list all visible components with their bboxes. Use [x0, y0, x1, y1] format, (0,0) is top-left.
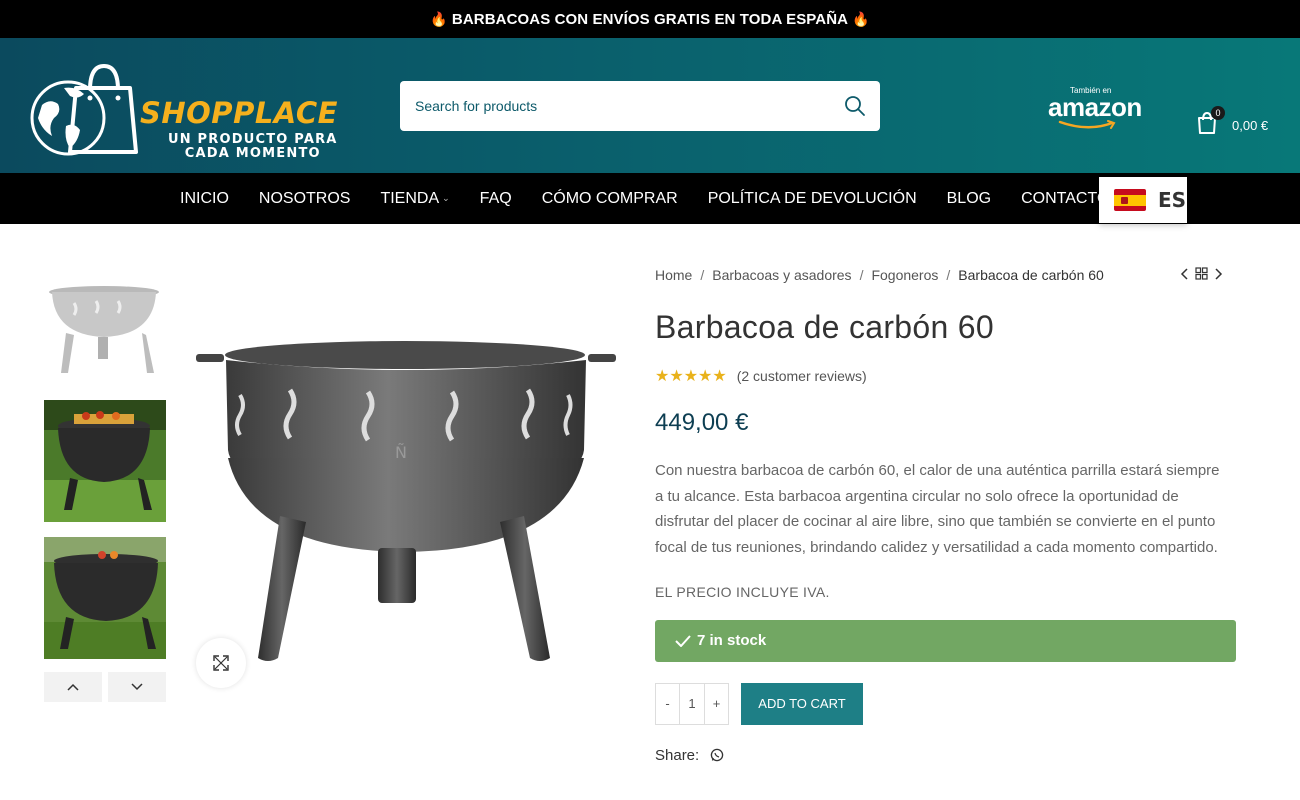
- amazon-wordmark: amazon: [1048, 92, 1142, 122]
- breadcrumb-current: Barbacoa de carbón 60: [958, 267, 1104, 283]
- breadcrumb-home[interactable]: Home: [655, 267, 692, 283]
- nav-item-inicio[interactable]: INICIO: [180, 190, 229, 208]
- quantity-input[interactable]: 1: [679, 683, 705, 724]
- logo-tagline-line-1: UN PRODUCTO PARA: [168, 132, 338, 147]
- reviews-link[interactable]: (2 customer reviews): [737, 368, 867, 384]
- share-section: Share:: [655, 747, 1237, 764]
- language-code: ES: [1158, 188, 1187, 212]
- chevron-down-icon: ⌄: [442, 193, 450, 203]
- search-input[interactable]: [400, 81, 830, 131]
- site-header: SHOPPLACE UN PRODUCTO PARA CADA MOMENTO …: [0, 38, 1300, 173]
- globe-bag-logo: [30, 63, 138, 156]
- spain-flag-icon: [1114, 189, 1146, 211]
- language-selector[interactable]: ES: [1099, 177, 1187, 223]
- main-navigation: INICIO NOSOTROS TIENDA ⌄ FAQ CÓMO COMPRAR…: [0, 173, 1300, 224]
- product-info: Home / Barbacoas y asadores / Fogoneros …: [655, 262, 1237, 764]
- check-icon: [675, 635, 691, 647]
- breadcrumb: Home / Barbacoas y asadores / Fogoneros …: [655, 262, 1237, 288]
- announcement-bar: 🔥 BARBACOAS CON ENVÍOS GRATIS EN TODA ES…: [0, 0, 1300, 38]
- logo-tagline: UN PRODUCTO PARA CADA MOMENTO: [168, 133, 338, 161]
- product-rating: ★★★★★ (2 customer reviews): [655, 366, 1237, 386]
- share-label: Share:: [655, 746, 700, 764]
- product-description: Con nuestra barbacoa de carbón 60, el ca…: [655, 462, 1220, 557]
- quantity-stepper: - 1 +: [655, 682, 729, 725]
- breadcrumb-fogoneros[interactable]: Fogoneros: [871, 267, 938, 283]
- nav-item-como-comprar[interactable]: CÓMO COMPRAR: [542, 190, 678, 208]
- star-icon: ★: [655, 368, 670, 385]
- thumbnail-product-grey[interactable]: [44, 263, 166, 385]
- logo-name: SHOPPLACE: [140, 96, 338, 130]
- quantity-plus-button[interactable]: +: [705, 684, 728, 724]
- search-button[interactable]: [830, 81, 880, 131]
- breadcrumb-separator: /: [700, 267, 705, 283]
- thumbnail-navigation: [44, 672, 166, 702]
- thumbnail-next-button[interactable]: [108, 672, 166, 702]
- site-logo[interactable]: SHOPPLACE UN PRODUCTO PARA CADA MOMENTO: [28, 60, 368, 161]
- zoom-image-button[interactable]: [196, 638, 246, 688]
- star-icon: ★: [698, 368, 713, 385]
- main-product-image[interactable]: Ñ: [190, 290, 620, 690]
- search-bar: [400, 81, 880, 131]
- search-icon: [845, 96, 865, 116]
- product-thumbnails: [44, 263, 166, 702]
- fire-pit-product-image: Ñ: [196, 341, 616, 661]
- nav-item-contacto[interactable]: CONTACTO: [1021, 190, 1109, 208]
- iva-note: EL PRECIO INCLUYE IVA.: [655, 583, 830, 600]
- fire-pit-lawn-image: [44, 400, 166, 522]
- chevron-up-icon: [67, 683, 79, 691]
- quantity-minus-button[interactable]: -: [656, 684, 679, 724]
- grid-icon[interactable]: [1195, 267, 1208, 280]
- thumbnail-product-grill-garden[interactable]: [44, 537, 166, 659]
- thumbnail-product-grill-lawn[interactable]: [44, 400, 166, 522]
- chevron-down-icon: [131, 683, 143, 691]
- stock-text: 7 in stock: [697, 632, 767, 650]
- stock-status: 7 in stock: [655, 619, 1236, 662]
- product-navigation: [1180, 267, 1223, 280]
- nav-item-tienda[interactable]: TIENDA ⌄: [380, 190, 449, 208]
- flame-icon: 🔥: [852, 10, 870, 27]
- product-price: 449,00 €: [655, 409, 749, 436]
- cart-total: 0,00 €: [1232, 117, 1269, 133]
- nav-item-blog[interactable]: BLOG: [947, 190, 991, 208]
- cart-count-badge: 0: [1211, 106, 1225, 120]
- flame-icon: 🔥: [430, 10, 448, 27]
- amazon-link[interactable]: También en amazon: [1048, 86, 1143, 129]
- add-to-cart-button[interactable]: ADD TO CART: [741, 682, 863, 725]
- nav-item-nosotros[interactable]: NOSOTROS: [259, 190, 351, 208]
- nav-item-tienda-label: TIENDA: [380, 189, 440, 207]
- star-icon: ★: [669, 368, 684, 385]
- logo-tagline-line-2: CADA MOMENTO: [184, 146, 321, 161]
- breadcrumb-barbacoas[interactable]: Barbacoas y asadores: [712, 267, 851, 283]
- chevron-right-icon[interactable]: [1215, 267, 1223, 280]
- fire-pit-garden-image: [44, 537, 166, 659]
- breadcrumb-separator: /: [946, 267, 951, 283]
- fire-pit-thumbnail-image: [44, 263, 166, 385]
- star-icon: ★: [683, 368, 699, 385]
- announcement-text: BARBACOAS CON ENVÍOS GRATIS EN TODA ESPA…: [451, 10, 849, 28]
- nav-item-faq[interactable]: FAQ: [480, 190, 512, 208]
- star-rating: ★★★★★: [655, 366, 727, 386]
- add-to-cart-form: - 1 + ADD TO CART: [655, 682, 1237, 725]
- expand-icon: [213, 655, 229, 671]
- nav-item-politica-devolucion[interactable]: POLÍTICA DE DEVOLUCIÓN: [708, 190, 917, 208]
- breadcrumb-separator: /: [859, 267, 864, 283]
- chevron-left-icon[interactable]: [1180, 267, 1188, 280]
- whatsapp-icon[interactable]: [710, 748, 724, 762]
- amazon-smile-icon: [1058, 120, 1116, 129]
- svg-text:Ñ: Ñ: [395, 443, 407, 462]
- star-icon: ★: [712, 368, 727, 385]
- thumbnail-prev-button[interactable]: [44, 672, 102, 702]
- cart-widget[interactable]: 0 0,00 €: [1196, 106, 1268, 135]
- product-title: Barbacoa de carbón 60: [655, 309, 994, 345]
